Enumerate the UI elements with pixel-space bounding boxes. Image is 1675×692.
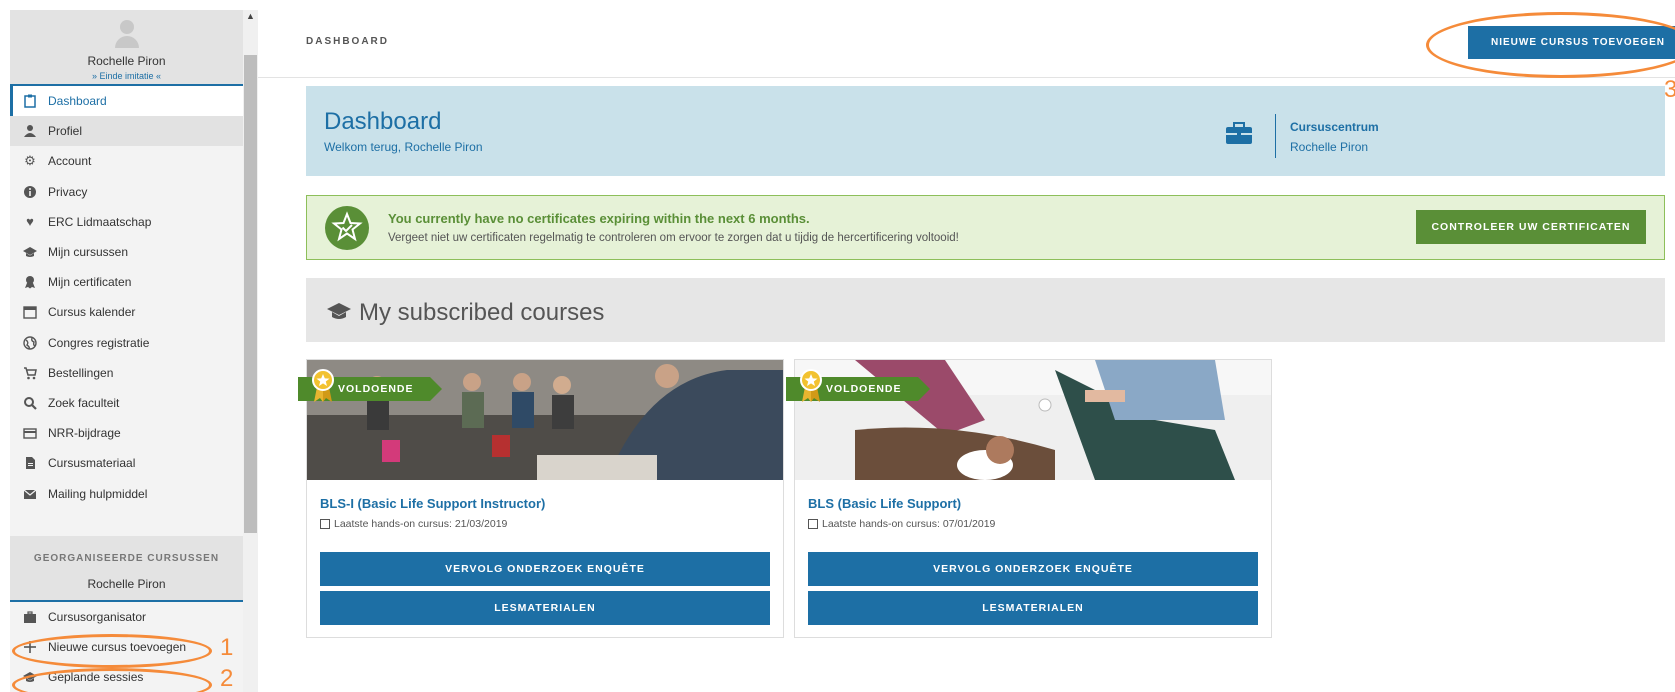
sidebar-item-cursus-kalender[interactable]: Cursus kalender	[10, 297, 243, 327]
sidebar-item-mailing-hulpmiddel[interactable]: Mailing hulpmiddel	[10, 478, 243, 508]
sidebar: Rochelle Piron » Einde imitatie « Dashbo…	[10, 10, 243, 692]
calendar-icon	[808, 519, 818, 529]
document-icon	[22, 455, 38, 471]
profile-name: Rochelle Piron	[87, 54, 166, 68]
organised-courses-header: GEORGANISEERDE CURSUSSEN Rochelle Piron	[10, 536, 243, 602]
sidebar-item-label: Mijn certificaten	[48, 275, 132, 290]
medal-icon	[800, 369, 822, 402]
sidebar-item-zoek-faculteit[interactable]: Zoek faculteit	[10, 388, 243, 418]
heart-icon: ♥	[26, 214, 34, 230]
survey-button[interactable]: VERVOLG ONDERZOEK ENQUÊTE	[320, 552, 770, 586]
info-icon	[22, 184, 38, 200]
sidebar-item-label: Mijn cursussen	[48, 245, 129, 260]
envelope-icon	[22, 486, 38, 502]
sidebar-item-label: Privacy	[48, 184, 88, 199]
sidebar-menu: Dashboard Profiel ⚙ Account Privacy ♥ ER…	[10, 86, 243, 509]
sidebar-item-profiel[interactable]: Profiel	[10, 116, 243, 147]
sidebar-item-privacy[interactable]: Privacy	[10, 177, 243, 207]
page-title: Dashboard	[324, 108, 442, 135]
subscribed-courses-header: My subscribed courses	[306, 278, 1665, 342]
sidebar-item-label: Account	[48, 154, 92, 169]
user-icon	[22, 123, 38, 139]
check-star-icon	[325, 206, 369, 250]
certificate-alert: You currently have no certificates expir…	[306, 195, 1665, 260]
sidebar-item-nrr-bijdrage[interactable]: NRR-bijdrage	[10, 418, 243, 448]
sidebar-item-label: Cursusorganisator	[48, 610, 147, 624]
award-icon	[22, 274, 38, 290]
sidebar-item-label: Mailing hulpmiddel	[48, 486, 148, 501]
page: Rochelle Piron » Einde imitatie « Dashbo…	[0, 0, 1675, 692]
annotation-number-1: 1	[220, 634, 234, 661]
course-card: VOLDOENDE BLS (Basic Life Support) Laats…	[786, 359, 1272, 638]
graduation-cap-icon	[22, 244, 38, 260]
course-date-text: Laatste hands-on cursus: 21/03/2019	[334, 518, 508, 530]
sidebar-item-mijn-cursussen[interactable]: Mijn cursussen	[10, 237, 243, 267]
gear-icon: ⚙	[24, 153, 36, 169]
subscribed-courses-heading: My subscribed courses	[359, 299, 605, 326]
organised-courses-name: Rochelle Piron	[87, 577, 166, 591]
sidebar-item-bestellingen[interactable]: Bestellingen	[10, 358, 243, 388]
alert-submessage: Vergeet niet uw certificaten regelmatig …	[388, 232, 959, 244]
organised-courses-heading: GEORGANISEERDE CURSUSSEN	[33, 553, 220, 564]
clipboard-icon	[22, 93, 38, 109]
sidebar-item-label: Dashboard	[48, 94, 107, 109]
materials-button[interactable]: LESMATERIALEN	[320, 591, 770, 625]
check-certificates-button[interactable]: CONTROLEER UW CERTIFICATEN	[1416, 210, 1646, 244]
sidebar-item-cursusorganisator[interactable]: Cursusorganisator	[10, 602, 243, 632]
sidebar-item-label: Cursusmateriaal	[48, 456, 136, 471]
annotation-number-3: 3	[1664, 76, 1675, 103]
calendar-icon	[22, 304, 38, 320]
materials-button[interactable]: LESMATERIALEN	[808, 591, 1258, 625]
avatar	[114, 20, 139, 50]
welcome-banner: Dashboard Welkom terug, Rochelle Piron C…	[306, 86, 1665, 176]
sidebar-item-label: Profiel	[48, 124, 83, 139]
course-date-text: Laatste hands-on cursus: 07/01/2019	[822, 518, 996, 530]
sidebar-item-dashboard[interactable]: Dashboard	[10, 86, 243, 117]
sidebar-scrollbar[interactable]: ▲	[243, 10, 258, 692]
calendar-icon	[320, 519, 330, 529]
card-icon	[22, 425, 38, 441]
annotation-ellipse-1	[12, 634, 212, 668]
breadcrumb: DASHBOARD	[306, 36, 389, 47]
sidebar-item-cursusmateriaal[interactable]: Cursusmateriaal	[10, 448, 243, 478]
sidebar-item-label: Zoek faculteit	[48, 395, 120, 410]
annotation-number-2: 2	[220, 665, 234, 692]
course-title[interactable]: BLS-I (Basic Life Support Instructor)	[320, 496, 545, 511]
briefcase-icon	[22, 609, 38, 625]
sidebar-item-mijn-certificaten[interactable]: Mijn certificaten	[10, 267, 243, 297]
divider	[1275, 114, 1276, 158]
sidebar-item-label: Bestellingen	[48, 365, 114, 380]
survey-button[interactable]: VERVOLG ONDERZOEK ENQUÊTE	[808, 552, 1258, 586]
sidebar-item-label: NRR-bijdrage	[48, 426, 121, 441]
cart-icon	[22, 365, 38, 381]
alert-message: You currently have no certificates expir…	[388, 211, 810, 226]
course-center-name[interactable]: Rochelle Piron	[1290, 140, 1368, 154]
sidebar-item-erc-lidmaatschap[interactable]: ♥ ERC Lidmaatschap	[10, 207, 243, 237]
graduation-cap-icon	[327, 303, 351, 319]
course-date: Laatste hands-on cursus: 07/01/2019	[808, 518, 995, 530]
sidebar-item-label: Cursus kalender	[48, 305, 136, 320]
briefcase-icon	[1226, 122, 1252, 144]
course-date: Laatste hands-on cursus: 21/03/2019	[320, 518, 507, 530]
course-title[interactable]: BLS (Basic Life Support)	[808, 496, 961, 511]
welcome-subtitle: Welkom terug, Rochelle Piron	[324, 140, 483, 154]
course-card: VOLDOENDE BLS-I (Basic Life Support Inst…	[298, 359, 784, 638]
sidebar-item-label: Congres registratie	[48, 335, 150, 350]
medal-icon	[312, 369, 334, 402]
profile-panel: Rochelle Piron » Einde imitatie «	[10, 10, 243, 86]
sidebar-item-congres-registratie[interactable]: Congres registratie	[10, 328, 243, 358]
course-center-label[interactable]: Cursuscentrum	[1290, 120, 1379, 134]
sidebar-item-account[interactable]: ⚙ Account	[10, 146, 243, 176]
search-icon	[22, 395, 38, 411]
globe-icon	[22, 335, 38, 351]
scroll-up-arrow-icon[interactable]: ▲	[243, 10, 258, 22]
stop-impersonation-link[interactable]: » Einde imitatie «	[10, 71, 243, 81]
sidebar-item-label: ERC Lidmaatschap	[48, 214, 152, 229]
scrollbar-thumb[interactable]	[244, 55, 257, 533]
